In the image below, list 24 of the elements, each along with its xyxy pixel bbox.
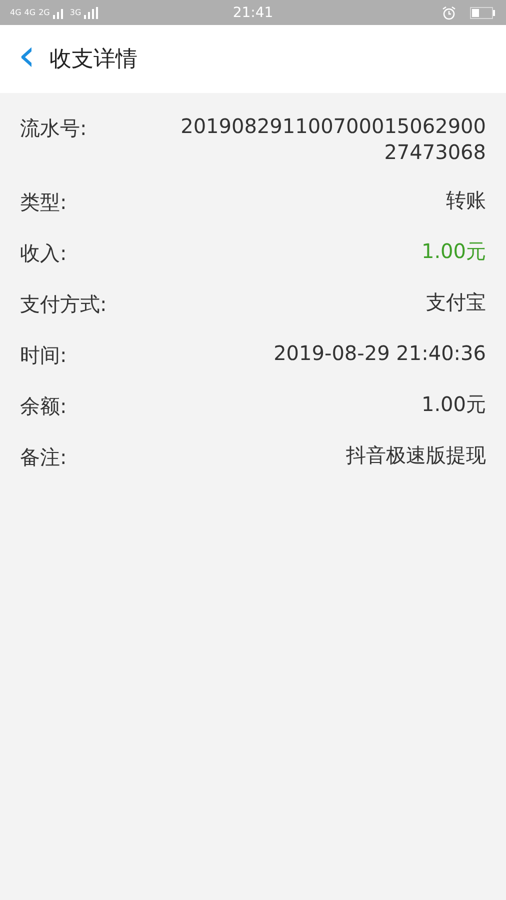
- field-label: 支付方式:: [20, 291, 107, 318]
- page-title: 收支详情: [50, 46, 138, 74]
- field-value: 1.00元: [421, 391, 486, 417]
- field-label: 余额:: [20, 393, 67, 420]
- battery-icon: [470, 6, 496, 18]
- network-label: 3G: [70, 8, 82, 17]
- field-value: 1.00元: [421, 238, 486, 264]
- alarm-icon: [442, 6, 456, 20]
- status-time: 21:41: [232, 4, 274, 20]
- field-value: 转账: [446, 187, 486, 213]
- field-value: 201908291100700015062900 27473068: [180, 113, 486, 165]
- field-label: 时间:: [20, 342, 67, 369]
- back-button[interactable]: ‹: [0, 34, 50, 84]
- field-value: 抖音极速版提现: [346, 442, 486, 468]
- field-label: 收入:: [20, 240, 67, 267]
- field-value: 支付宝: [426, 289, 486, 315]
- signal-icon: [84, 6, 98, 18]
- field-label: 备注:: [20, 444, 67, 471]
- network-label: 4G: [24, 8, 36, 17]
- network-label: 2G: [38, 8, 50, 17]
- field-label: 流水号:: [20, 115, 87, 142]
- network-label: 4G: [10, 8, 22, 17]
- field-value: 2019-08-29 21:40:36: [274, 340, 486, 366]
- field-label: 类型:: [20, 189, 67, 216]
